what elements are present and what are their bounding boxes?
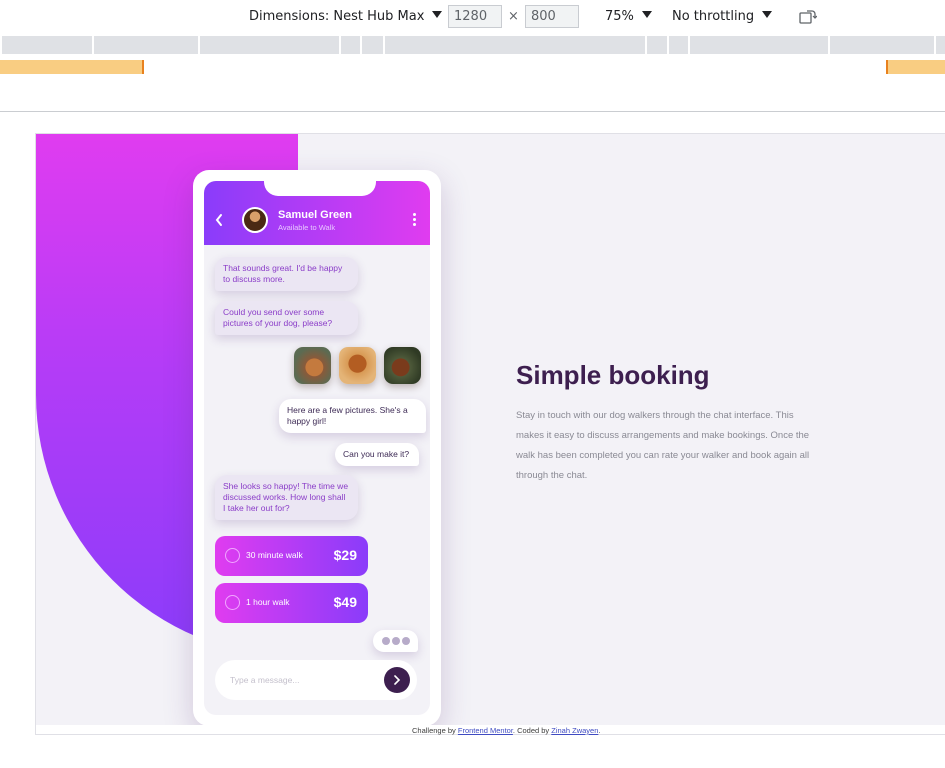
dog-photo-thumbnail[interactable] [384, 347, 421, 384]
zoom-dropdown[interactable]: 75% [605, 9, 652, 24]
media-query-segment[interactable] [94, 36, 198, 54]
attribution-middle: . Coded by [512, 726, 552, 735]
walk-option-label: 30 minute walk [246, 550, 303, 560]
media-query-segment[interactable] [2, 36, 92, 54]
send-button[interactable] [384, 667, 410, 693]
breakpoint-marker[interactable] [886, 60, 945, 74]
phone-screen: Samuel Green Available to Walk That soun… [204, 181, 430, 715]
chat-message-outgoing: Here are a few pictures. She's a happy g… [279, 399, 426, 433]
viewport-width-input[interactable] [448, 5, 502, 28]
media-query-segment[interactable] [669, 36, 688, 54]
rotate-icon[interactable] [799, 9, 817, 25]
media-query-segment[interactable] [341, 36, 360, 54]
chevron-down-icon [641, 11, 652, 18]
walk-option-price: $49 [333, 594, 357, 610]
typing-dot [382, 637, 390, 645]
breakpoint-ruler [0, 60, 945, 74]
author-link[interactable]: Zinah Zwayen [551, 726, 598, 735]
walk-option-label: 1 hour walk [246, 597, 290, 607]
chat-message-incoming: That sounds great. I'd be happy to discu… [215, 257, 358, 291]
typing-indicator [373, 630, 418, 652]
dimension-separator: × [508, 9, 519, 24]
walk-option-1-hour[interactable]: 1 hour walk $49 [215, 583, 368, 623]
throttling-dropdown[interactable]: No throttling [672, 9, 773, 24]
zoom-label: 75% [605, 9, 634, 24]
attribution: Challenge by Frontend Mentor. Coded by Z… [412, 726, 600, 735]
walk-option-price: $29 [333, 547, 357, 563]
media-query-segment[interactable] [385, 36, 645, 54]
media-query-segment[interactable] [936, 36, 945, 54]
radio-circle-icon[interactable] [225, 548, 240, 563]
chevron-down-icon [432, 11, 443, 18]
chat-message-incoming: She looks so happy! The time we discusse… [215, 475, 358, 520]
devtools-device-toolbar: Dimensions: Nest Hub Max × 75% No thrott… [0, 0, 945, 34]
chevron-right-icon [394, 675, 401, 685]
device-dimensions-label: Dimensions: Nest Hub Max [249, 9, 425, 24]
typing-dot [402, 637, 410, 645]
chevron-left-icon[interactable] [214, 213, 224, 227]
walk-option-30-minute[interactable]: 30 minute walk $29 [215, 536, 368, 576]
emulated-viewport: Samuel Green Available to Walk That soun… [35, 133, 945, 735]
more-vertical-icon[interactable] [413, 213, 417, 227]
chat-message-outgoing: Can you make it? [335, 443, 419, 466]
media-query-segment[interactable] [830, 36, 934, 54]
attribution-prefix: Challenge by [412, 726, 458, 735]
radio-circle-icon[interactable] [225, 595, 240, 610]
media-query-segment[interactable] [200, 36, 339, 54]
viewport-height-input[interactable] [525, 5, 579, 28]
throttling-label: No throttling [672, 9, 755, 24]
media-query-bar [0, 36, 945, 54]
phone-notch [264, 181, 376, 196]
media-query-segment[interactable] [690, 36, 828, 54]
message-input[interactable] [230, 671, 380, 689]
frontend-mentor-link[interactable]: Frontend Mentor [458, 726, 513, 735]
toolbar-divider [0, 111, 945, 112]
media-query-segment[interactable] [362, 36, 383, 54]
media-query-segment[interactable] [647, 36, 667, 54]
dog-photo-thumbnail[interactable] [294, 347, 331, 384]
attribution-suffix: . [598, 726, 601, 735]
contact-status: Available to Walk [278, 223, 336, 232]
feature-title: Simple booking [516, 360, 710, 390]
chat-message-incoming: Could you send over some pictures of you… [215, 301, 358, 335]
phone-mockup: Samuel Green Available to Walk That soun… [193, 170, 441, 726]
contact-name: Samuel Green [278, 209, 352, 221]
message-composer [215, 660, 417, 700]
chevron-down-icon [762, 11, 773, 18]
chat-header: Samuel Green Available to Walk [204, 181, 430, 245]
device-dimensions-dropdown[interactable]: Dimensions: Nest Hub Max [249, 9, 443, 24]
breakpoint-marker[interactable] [0, 60, 144, 74]
dog-photo-thumbnail[interactable] [339, 347, 376, 384]
feature-description: Stay in touch with our dog walkers throu… [516, 410, 810, 481]
avatar[interactable] [242, 207, 268, 233]
typing-dot [392, 637, 400, 645]
